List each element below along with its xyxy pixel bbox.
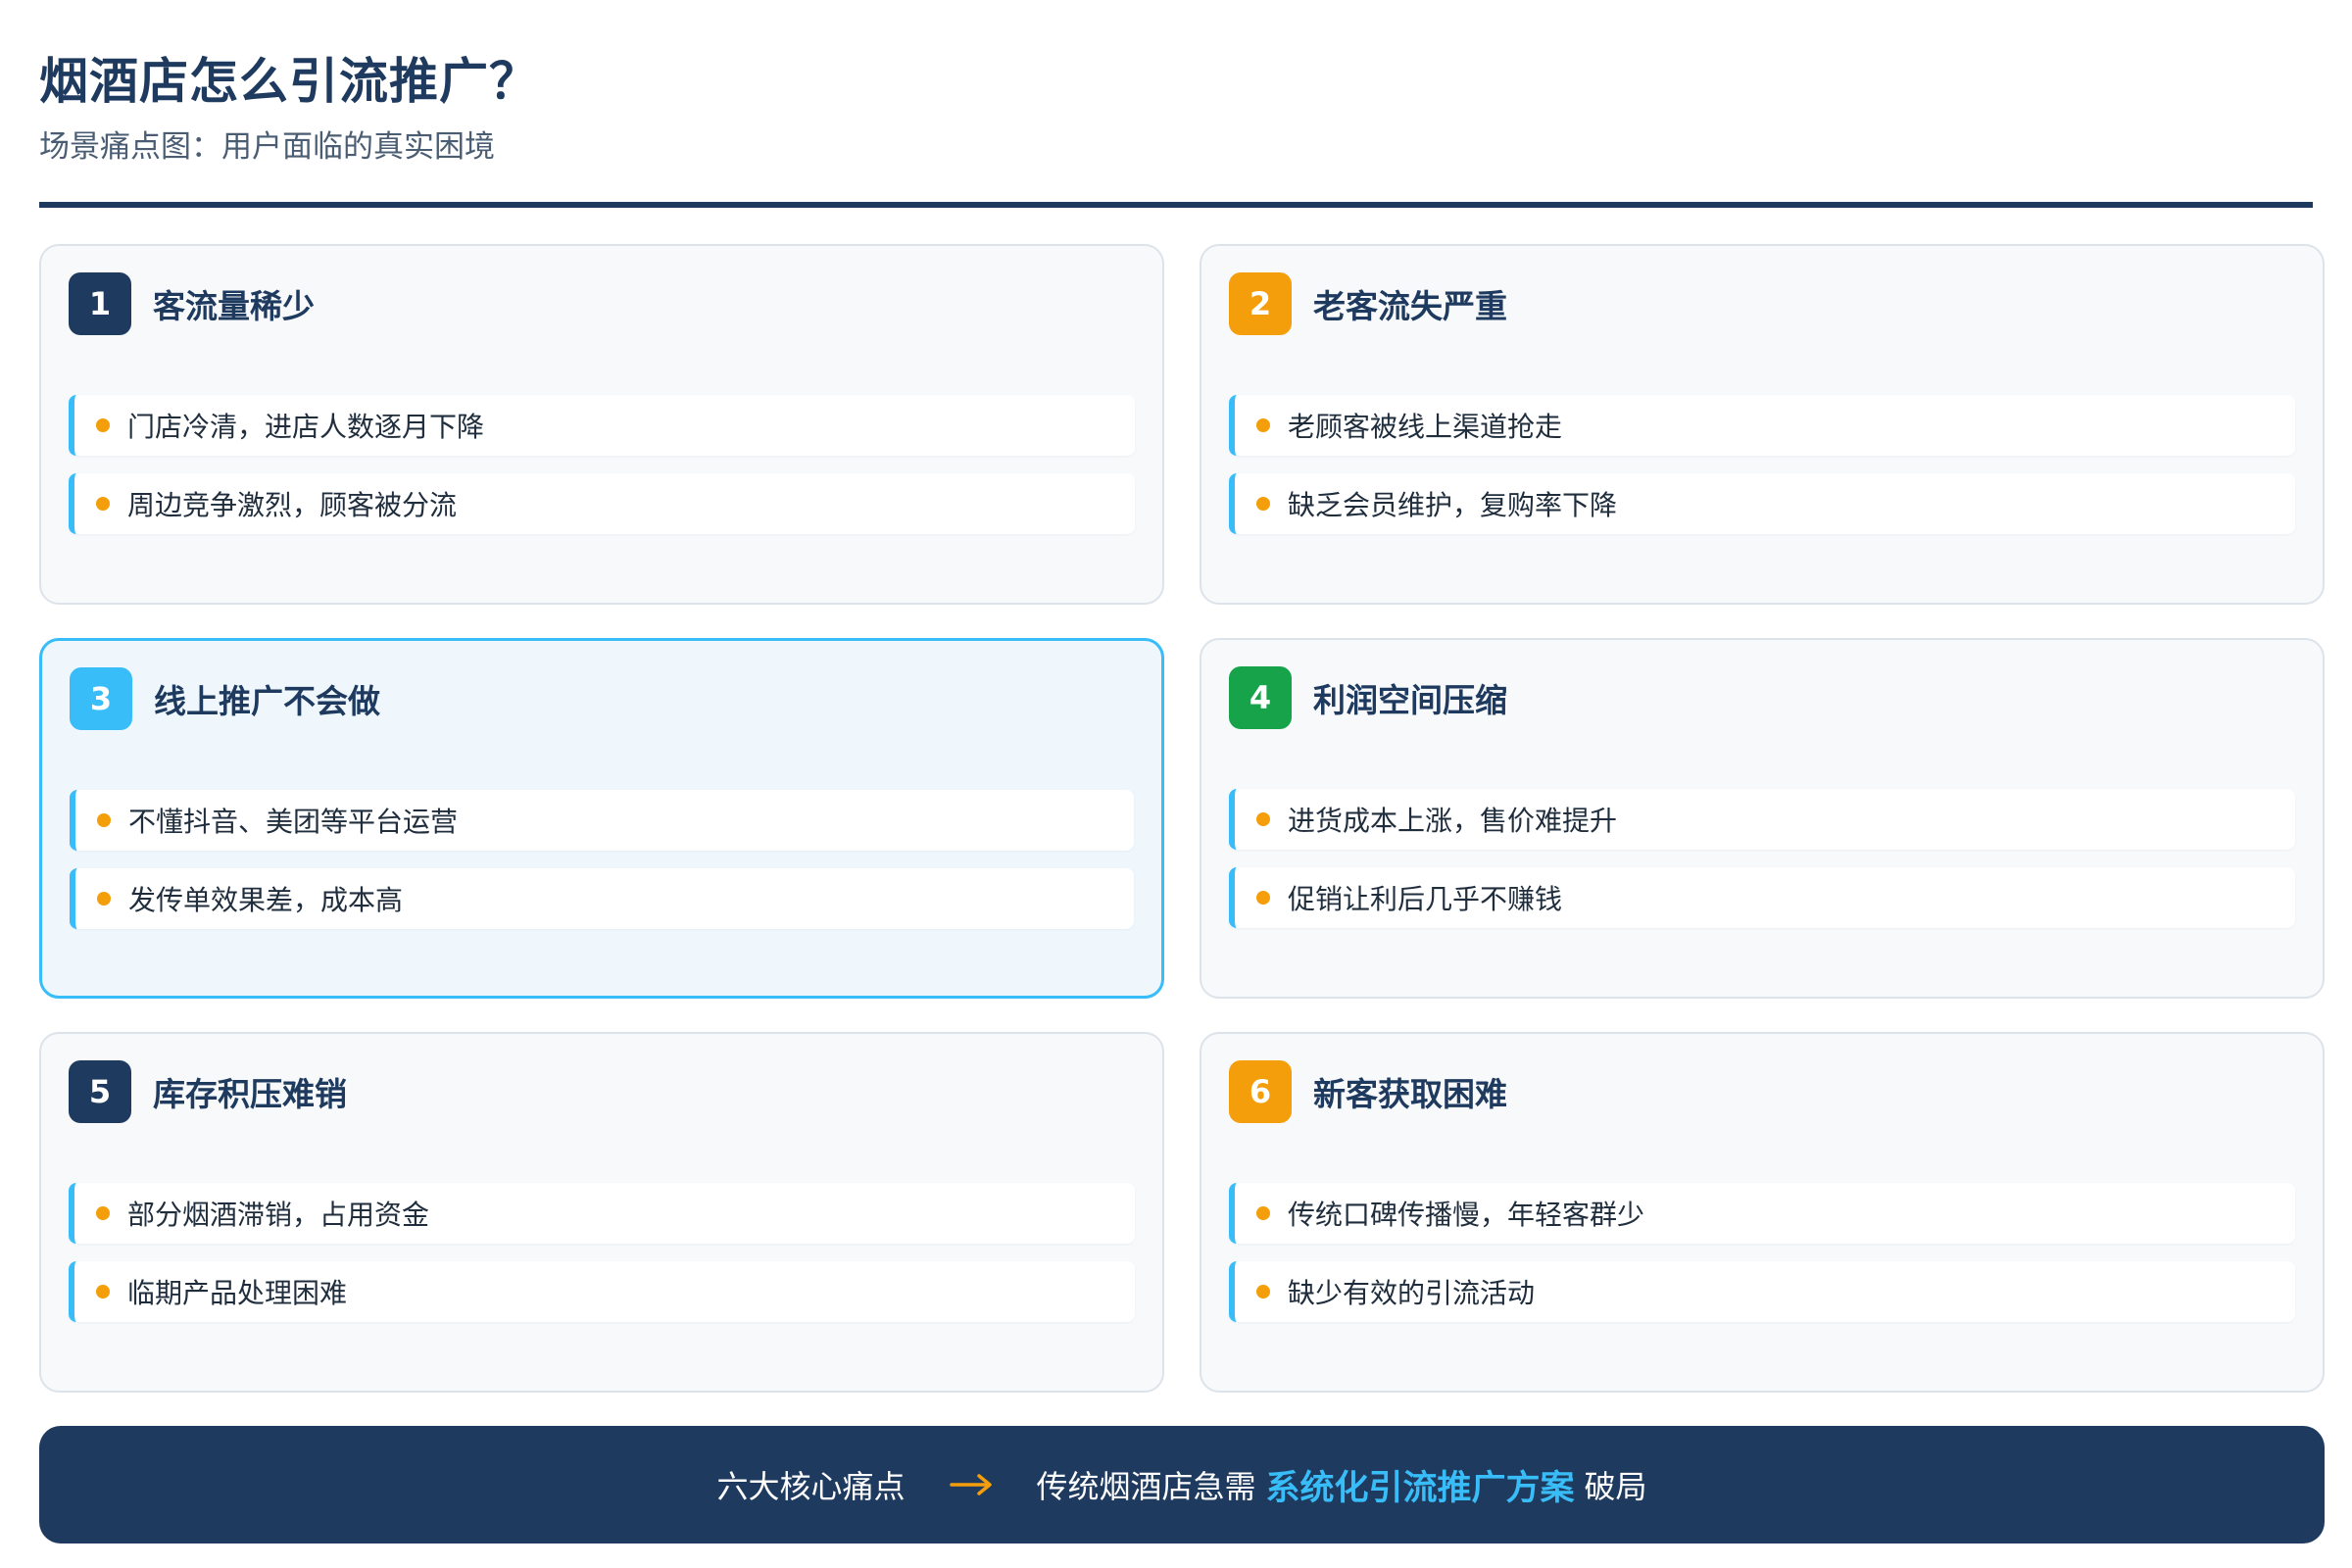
card-title: 新客获取困难: [1313, 1075, 1507, 1113]
point-text: 临期产品处理困难: [127, 1277, 348, 1309]
point-text: 缺乏会员维护，复购率下降: [1288, 489, 1618, 521]
point-list: 传统口碑传播慢，年轻客群少 缺少有效的引流活动: [1229, 1183, 2295, 1322]
list-item: 周边竞争激烈，顾客被分流: [69, 473, 1135, 534]
bullet-dot-icon: [96, 418, 110, 432]
bullet-dot-icon: [1256, 1206, 1270, 1220]
bullet-dot-icon: [1256, 497, 1270, 511]
point-text: 周边竞争激烈，顾客被分流: [127, 489, 458, 521]
list-item: 门店冷清，进店人数逐月下降: [69, 395, 1135, 456]
list-item: 传统口碑传播慢，年轻客群少: [1229, 1183, 2295, 1244]
page: 烟酒店怎么引流推广？ 场景痛点图：用户面临的真实困境 1 客流量稀少 门店冷清，…: [0, 0, 2352, 1568]
number-badge: 5: [69, 1060, 131, 1123]
list-item: 缺少有效的引流活动: [1229, 1261, 2295, 1322]
pain-card-5: 5 库存积压难销 部分烟酒滞销，占用资金 临期产品处理困难: [39, 1032, 1164, 1393]
point-text: 发传单效果差，成本高: [128, 884, 404, 916]
point-text: 进货成本上涨，售价难提升: [1288, 805, 1618, 837]
banner-left-text: 六大核心痛点: [716, 1468, 906, 1505]
card-title: 利润空间压缩: [1313, 681, 1507, 719]
card-title: 线上推广不会做: [154, 682, 380, 720]
header: 烟酒店怎么引流推广？ 场景痛点图：用户面临的真实困境: [39, 0, 2313, 208]
bullet-dot-icon: [96, 497, 110, 511]
pain-card-4: 4 利润空间压缩 进货成本上涨，售价难提升 促销让利后几乎不赚钱: [1200, 638, 2325, 999]
bullet-dot-icon: [96, 1285, 110, 1298]
list-item: 不懂抖音、美团等平台运营: [70, 790, 1134, 851]
list-item: 临期产品处理困难: [69, 1261, 1135, 1322]
summary-banner: 六大核心痛点 传统烟酒店急需 系统化引流推广方案 破局: [39, 1426, 2325, 1544]
banner-end-text: 破局: [1584, 1468, 1647, 1505]
pain-card-6: 6 新客获取困难 传统口碑传播慢，年轻客群少 缺少有效的引流活动: [1200, 1032, 2325, 1393]
pain-card-3: 3 线上推广不会做 不懂抖音、美团等平台运营 发传单效果差，成本高: [39, 638, 1164, 999]
list-item: 进货成本上涨，售价难提升: [1229, 789, 2295, 850]
number-badge: 3: [70, 667, 132, 730]
card-title: 老客流失严重: [1313, 287, 1507, 325]
arrow-right-icon: [950, 1474, 993, 1495]
card-title: 库存积压难销: [153, 1075, 347, 1113]
page-subtitle: 场景痛点图：用户面临的真实困境: [39, 129, 495, 165]
point-list: 不懂抖音、美团等平台运营 发传单效果差，成本高: [70, 790, 1134, 929]
point-list: 进货成本上涨，售价难提升 促销让利后几乎不赚钱: [1229, 789, 2295, 928]
point-text: 老顾客被线上渠道抢走: [1288, 411, 1563, 443]
point-text: 不懂抖音、美团等平台运营: [128, 806, 459, 838]
card-header: 2 老客流失严重: [1229, 271, 2295, 336]
card-header: 3 线上推广不会做: [70, 666, 1134, 731]
point-list: 部分烟酒滞销，占用资金 临期产品处理困难: [69, 1183, 1135, 1322]
number-badge: 2: [1229, 272, 1292, 335]
bullet-dot-icon: [1256, 812, 1270, 826]
bullet-dot-icon: [97, 813, 111, 827]
list-item: 发传单效果差，成本高: [70, 868, 1134, 929]
bullet-dot-icon: [1256, 1285, 1270, 1298]
number-badge: 1: [69, 272, 131, 335]
card-header: 1 客流量稀少: [69, 271, 1135, 336]
number-badge: 4: [1229, 666, 1292, 729]
point-text: 部分烟酒滞销，占用资金: [127, 1199, 430, 1231]
list-item: 部分烟酒滞销，占用资金: [69, 1183, 1135, 1244]
list-item: 老顾客被线上渠道抢走: [1229, 395, 2295, 456]
list-item: 促销让利后几乎不赚钱: [1229, 867, 2295, 928]
bullet-dot-icon: [96, 1206, 110, 1220]
page-title: 烟酒店怎么引流推广？: [39, 53, 539, 110]
point-text: 缺少有效的引流活动: [1288, 1277, 1536, 1309]
bullet-dot-icon: [97, 892, 111, 906]
bullet-dot-icon: [1256, 891, 1270, 905]
point-text: 门店冷清，进店人数逐月下降: [127, 411, 485, 443]
point-text: 促销让利后几乎不赚钱: [1288, 883, 1563, 915]
point-list: 门店冷清，进店人数逐月下降 周边竞争激烈，顾客被分流: [69, 395, 1135, 534]
card-header: 4 利润空间压缩: [1229, 665, 2295, 730]
number-badge: 6: [1229, 1060, 1292, 1123]
pain-card-2: 2 老客流失严重 老顾客被线上渠道抢走 缺乏会员维护，复购率下降: [1200, 244, 2325, 605]
pain-point-grid: 1 客流量稀少 门店冷清，进店人数逐月下降 周边竞争激烈，顾客被分流 2 老客流…: [39, 244, 2325, 1393]
card-header: 6 新客获取困难: [1229, 1059, 2295, 1124]
banner-mid-text: 传统烟酒店急需: [1036, 1468, 1256, 1505]
point-list: 老顾客被线上渠道抢走 缺乏会员维护，复购率下降: [1229, 395, 2295, 534]
bullet-dot-icon: [1256, 418, 1270, 432]
pain-card-1: 1 客流量稀少 门店冷清，进店人数逐月下降 周边竞争激烈，顾客被分流: [39, 244, 1164, 605]
point-text: 传统口碑传播慢，年轻客群少: [1288, 1199, 1645, 1231]
card-header: 5 库存积压难销: [69, 1059, 1135, 1124]
list-item: 缺乏会员维护，复购率下降: [1229, 473, 2295, 534]
card-title: 客流量稀少: [153, 287, 315, 325]
banner-highlight-text: 系统化引流推广方案: [1265, 1468, 1575, 1508]
